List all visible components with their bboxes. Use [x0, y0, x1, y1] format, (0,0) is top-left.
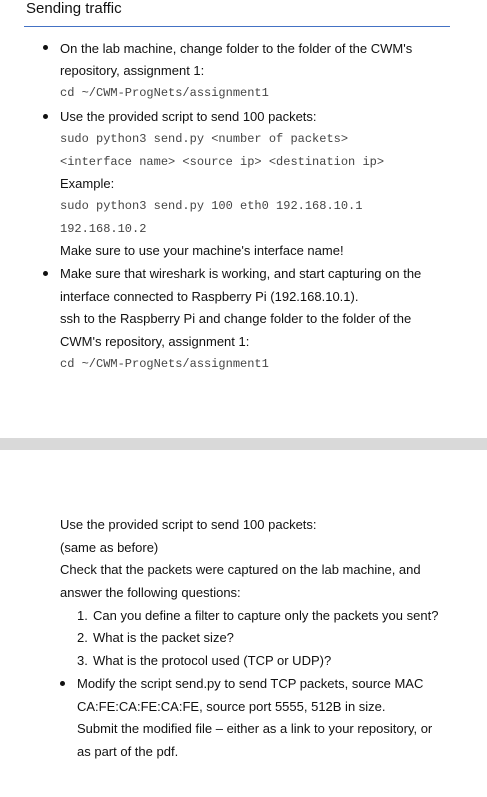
item3-line2: interface connected to Raspberry Pi (192… [60, 289, 359, 304]
item2-code3: sudo python3 send.py 100 eth0 192.168.10… [60, 199, 363, 213]
question-text: Can you define a filter to capture only … [93, 608, 439, 623]
item3-code: cd ~/CWM-ProgNets/assignment1 [60, 357, 269, 371]
question-number: 1. [77, 608, 88, 623]
p2-bullet-line3: Submit the modified file – either as a l… [77, 721, 433, 736]
p2-line2: (same as before) [60, 540, 159, 555]
item1-code: cd ~/CWM-ProgNets/assignment1 [60, 86, 269, 100]
question-number: 2. [77, 630, 88, 645]
item3-line4: CWM's repository, assignment 1: [60, 334, 250, 349]
p2-bullet-line4: as part of the pdf. [77, 744, 179, 759]
p2-line3: Check that the packets were captured on … [60, 562, 421, 577]
question-text: What is the protocol used (TCP or UDP)? [93, 653, 332, 668]
item2-example-label: Example: [60, 176, 115, 191]
section-title: Sending traffic [26, 0, 122, 17]
bullet-1 [43, 45, 48, 50]
item2-note: Make sure to use your machine's interfac… [60, 243, 344, 258]
question-number: 3. [77, 653, 88, 668]
page-separator [0, 438, 487, 450]
question-text: What is the packet size? [93, 630, 234, 645]
item2-code2: <interface name> <source ip> <destinatio… [60, 155, 385, 169]
p2-bullet-line2: CA:FE:CA:FE:CA:FE, source port 5555, 512… [77, 699, 386, 714]
bullet-2 [43, 114, 48, 119]
item2-code1: sudo python3 send.py <number of packets> [60, 132, 349, 146]
p2-line4: answer the following questions: [60, 585, 241, 600]
p2-line1: Use the provided script to send 100 pack… [60, 517, 317, 532]
item2-line1: Use the provided script to send 100 pack… [60, 109, 317, 124]
bullet-4 [60, 681, 65, 686]
item3-line1: Make sure that wireshark is working, and… [60, 266, 422, 281]
bullet-3 [43, 271, 48, 276]
title-underline [24, 26, 450, 27]
item3-line3: ssh to the Raspberry Pi and change folde… [60, 311, 412, 326]
p2-bullet-line1: Modify the script send.py to send TCP pa… [77, 676, 424, 691]
item2-code4: 192.168.10.2 [60, 222, 147, 236]
item1-line2: repository, assignment 1: [60, 63, 205, 78]
item1-line1: On the lab machine, change folder to the… [60, 41, 413, 56]
